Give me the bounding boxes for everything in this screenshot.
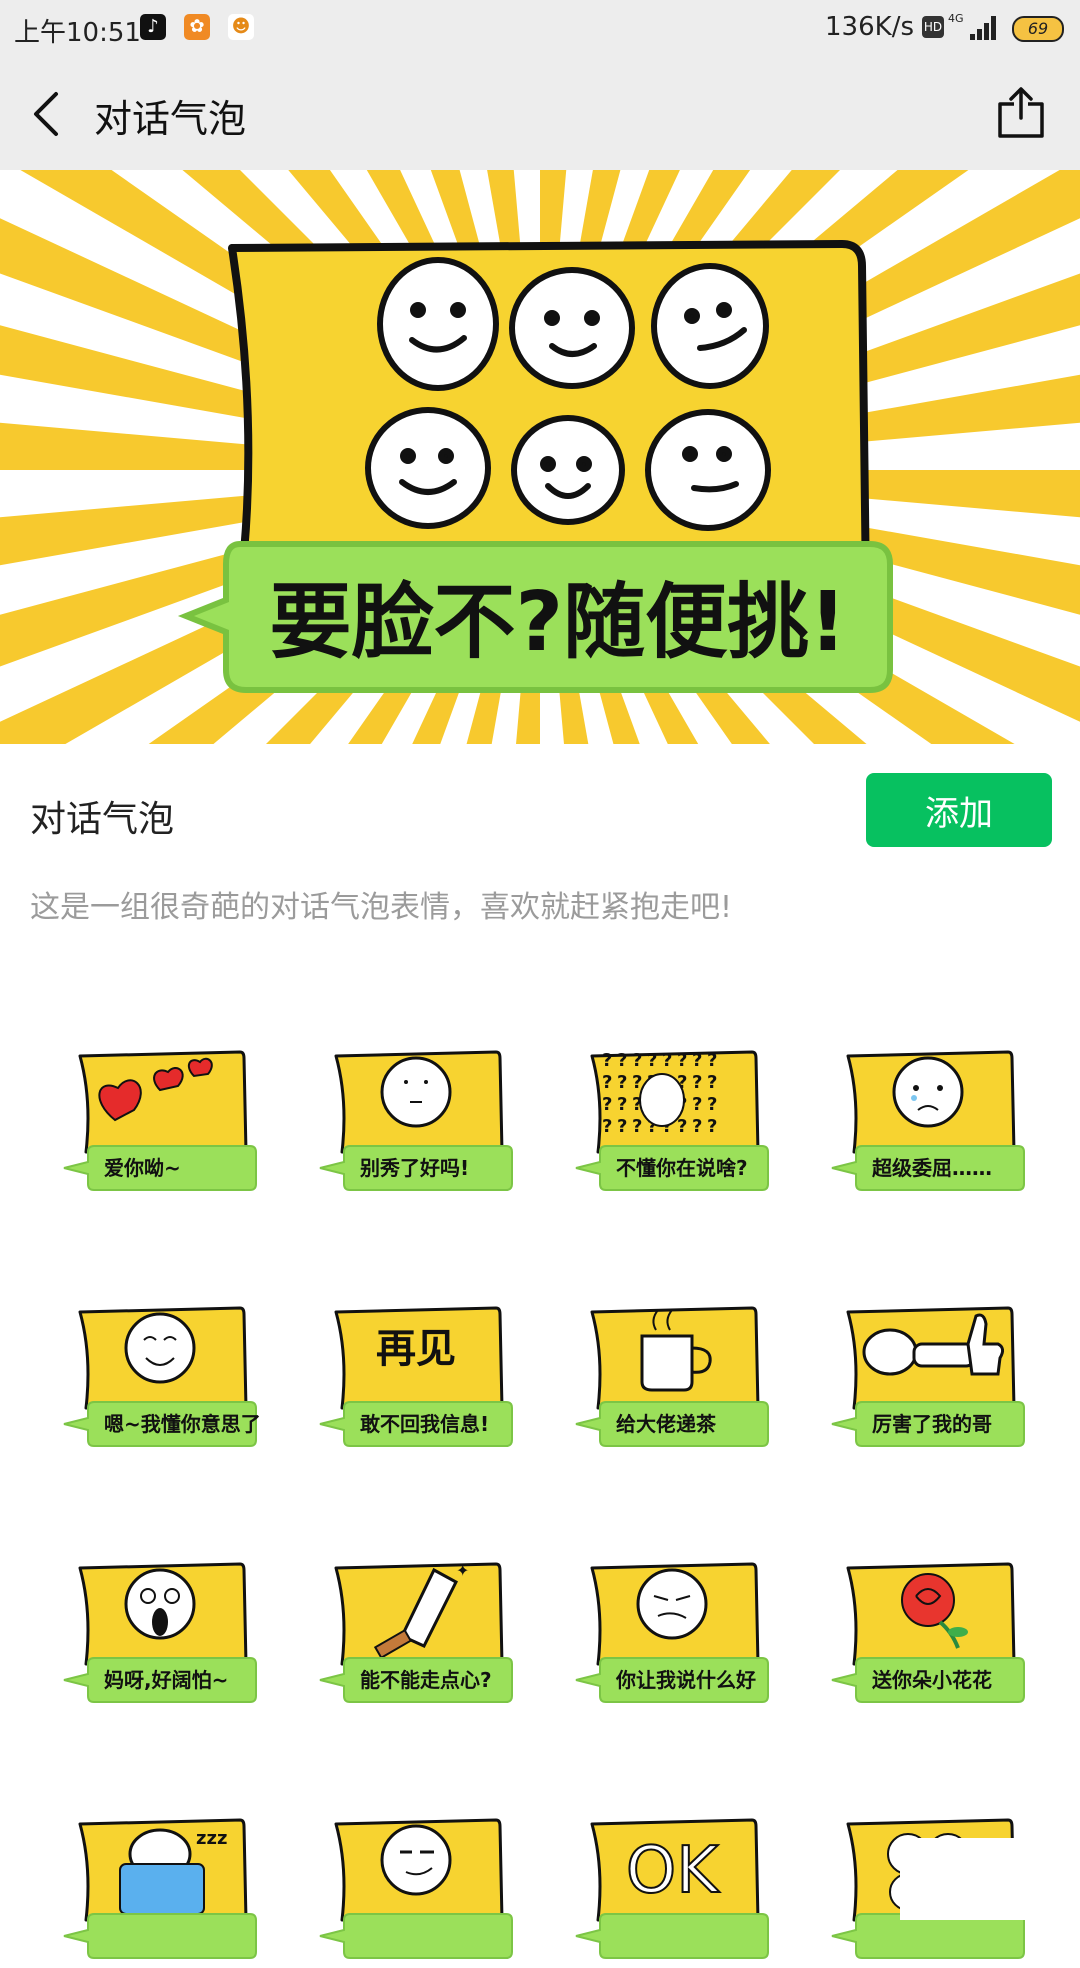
svg-text:zzz: zzz — [196, 1828, 227, 1849]
signal-label: 4G — [948, 12, 964, 25]
sticker-item[interactable]: 超级委屈…… — [828, 1040, 1028, 1200]
sticker-item[interactable]: 厉害了我的哥 — [828, 1296, 1028, 1456]
sticker-caption — [610, 1918, 774, 1954]
page-title: 对话气泡 — [94, 97, 247, 141]
sticker-caption — [866, 1918, 1030, 1954]
svg-text:?: ? — [632, 1116, 642, 1137]
sticker-caption — [354, 1918, 518, 1954]
svg-text:?: ? — [707, 1050, 717, 1071]
sticker-caption: 给大佬递茶 — [616, 1412, 716, 1436]
sticker-item[interactable]: 别秀了好吗! — [316, 1040, 516, 1200]
svg-text:?: ? — [707, 1072, 717, 1093]
sticker-item[interactable]: 嗯~我懂你意思了 — [60, 1296, 261, 1456]
sticker-caption: 别秀了好吗! — [360, 1156, 470, 1180]
sticker-item[interactable]: OK — [572, 1808, 772, 1968]
corner-overlay — [900, 1838, 1080, 1920]
pack-name: 对话气泡 — [30, 799, 175, 840]
svg-text:?: ? — [602, 1072, 612, 1093]
sticker-caption: 敢不回我信息! — [360, 1412, 490, 1436]
sticker-caption: 不懂你在说啥? — [616, 1156, 748, 1180]
uc-browser-icon: ✿ — [184, 14, 210, 40]
svg-text:?: ? — [692, 1072, 702, 1093]
status-time: 上午10:51 — [14, 18, 141, 48]
svg-text:再见: 再见 — [376, 1326, 456, 1372]
sticker-item[interactable]: 送你朵小花花 — [828, 1552, 1028, 1712]
svg-text:?: ? — [647, 1050, 657, 1071]
app-bar: 对话气泡 — [0, 56, 1080, 170]
sticker-caption — [98, 1918, 262, 1954]
svg-text:?: ? — [602, 1116, 612, 1137]
svg-text:?: ? — [617, 1116, 627, 1137]
svg-text:?: ? — [617, 1094, 627, 1115]
sticker-item[interactable]: zzz — [60, 1808, 260, 1968]
pack-banner: 要脸不?随便挑! — [0, 170, 1080, 744]
battery-icon: 69 — [1012, 16, 1064, 42]
sticker-item[interactable]: 爱你呦~ — [60, 1040, 260, 1200]
sticker-item[interactable]: ✦ 能不能走点心? — [316, 1552, 516, 1712]
svg-text:?: ? — [602, 1094, 612, 1115]
status-bar: 上午10:51 ♪ ✿ ☻ 136K/s HD 4G 69 — [0, 0, 1080, 56]
svg-text:?: ? — [602, 1050, 612, 1071]
sticker-caption: 送你朵小花花 — [872, 1668, 992, 1692]
pack-description: 这是一组很奇葩的对话气泡表情，喜欢就赶紧抱走吧! — [30, 890, 733, 925]
svg-text:?: ? — [677, 1116, 687, 1137]
svg-text:?: ? — [692, 1116, 702, 1137]
sticker-caption: 爱你呦~ — [104, 1156, 181, 1180]
banner-headline: 要脸不?随便挑! — [270, 575, 847, 670]
svg-text:?: ? — [677, 1050, 687, 1071]
sticker-item[interactable]: ???????????????????????????????? 不懂你在说啥? — [572, 1040, 772, 1200]
svg-text:?: ? — [662, 1050, 672, 1071]
svg-text:?: ? — [617, 1050, 627, 1071]
svg-text:?: ? — [692, 1050, 702, 1071]
sticker-caption: 超级委屈…… — [872, 1156, 992, 1180]
svg-text:?: ? — [707, 1094, 717, 1115]
sticker-item[interactable]: 你让我说什么好 — [572, 1552, 772, 1712]
svg-text:?: ? — [617, 1072, 627, 1093]
svg-text:?: ? — [707, 1116, 717, 1137]
sticker-item[interactable]: 妈呀,好阔怕~ — [60, 1552, 260, 1712]
svg-text:✦: ✦ — [456, 1561, 469, 1580]
sticker-item[interactable] — [316, 1808, 516, 1968]
signal-icon: 4G — [948, 12, 996, 40]
app-notify-icon: ☻ — [228, 14, 254, 40]
svg-text:OK: OK — [626, 1834, 720, 1908]
hd-badge: HD — [922, 16, 944, 38]
sticker-caption: 厉害了我的哥 — [872, 1412, 992, 1436]
svg-text:?: ? — [692, 1094, 702, 1115]
sticker-item[interactable]: 再见 敢不回我信息! — [316, 1296, 516, 1456]
network-speed: 136K/s — [825, 12, 914, 42]
share-icon[interactable] — [998, 86, 1044, 138]
add-button[interactable]: 添加 — [866, 773, 1052, 847]
chevron-left-icon[interactable] — [28, 90, 68, 138]
sticker-item[interactable]: 给大佬递茶 — [572, 1296, 772, 1456]
tiktok-icon: ♪ — [140, 14, 166, 40]
sticker-caption: 嗯~我懂你意思了 — [104, 1412, 261, 1436]
sticker-caption: 你让我说什么好 — [616, 1668, 756, 1692]
svg-text:?: ? — [632, 1050, 642, 1071]
sticker-caption: 妈呀,好阔怕~ — [104, 1668, 229, 1692]
sticker-caption: 能不能走点心? — [360, 1668, 492, 1692]
banner-art: 要脸不?随便挑! — [0, 170, 1080, 744]
